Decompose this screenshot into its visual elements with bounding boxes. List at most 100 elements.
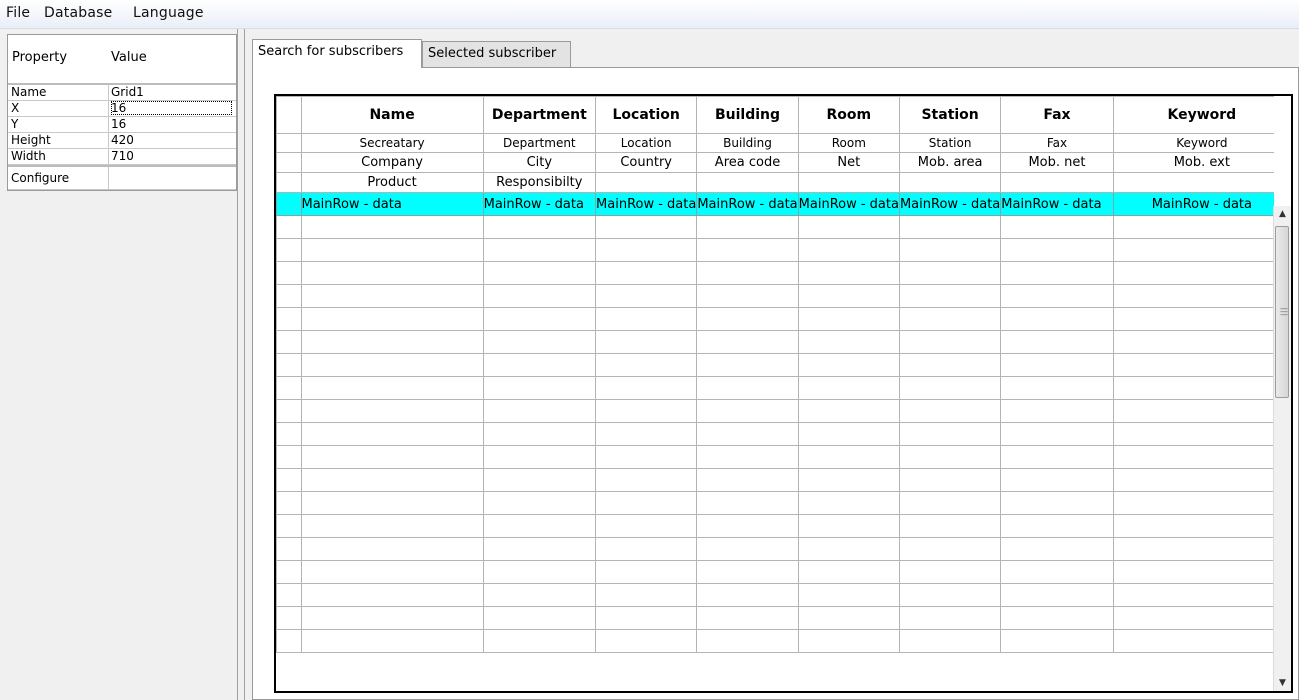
empty-cell[interactable] xyxy=(595,514,698,538)
data-cell[interactable]: MainRow - data xyxy=(300,192,484,216)
row-header-cell[interactable] xyxy=(276,261,302,285)
empty-cell[interactable] xyxy=(898,284,1002,308)
empty-cell[interactable] xyxy=(300,284,484,308)
empty-cell[interactable] xyxy=(595,491,698,515)
empty-cell[interactable] xyxy=(898,238,1002,262)
empty-cell[interactable] xyxy=(300,215,484,239)
empty-cell[interactable] xyxy=(1112,353,1291,377)
data-cell[interactable]: MainRow - data xyxy=(696,192,799,216)
column-header-room[interactable]: Room xyxy=(797,96,900,134)
empty-cell[interactable] xyxy=(300,261,484,285)
empty-cell[interactable] xyxy=(797,491,900,515)
empty-cell[interactable] xyxy=(595,445,698,469)
property-row-name[interactable]: Name Grid1 xyxy=(8,85,236,101)
empty-cell[interactable] xyxy=(595,560,698,584)
column-header-building[interactable]: Building xyxy=(696,96,799,134)
empty-cell[interactable] xyxy=(300,445,484,469)
empty-cell[interactable] xyxy=(1000,629,1114,653)
empty-cell[interactable] xyxy=(1112,468,1291,492)
empty-cell[interactable] xyxy=(797,261,900,285)
menu-database[interactable]: Database xyxy=(44,5,112,21)
empty-cell[interactable] xyxy=(595,215,698,239)
empty-cell[interactable] xyxy=(482,514,597,538)
empty-cell[interactable] xyxy=(696,399,799,423)
grid-empty-row[interactable] xyxy=(276,491,1291,515)
empty-cell[interactable] xyxy=(300,537,484,561)
property-value[interactable] xyxy=(111,171,232,185)
row-header-cell[interactable] xyxy=(276,629,302,653)
grid-empty-row[interactable] xyxy=(276,468,1291,492)
empty-cell[interactable] xyxy=(595,583,698,607)
tab-selected-subscriber[interactable]: Selected subscriber xyxy=(422,41,571,67)
column-header-fax[interactable]: Fax xyxy=(1000,96,1114,134)
row-header-cell[interactable] xyxy=(276,445,302,469)
grid-empty-row[interactable] xyxy=(276,422,1291,446)
empty-cell[interactable] xyxy=(898,261,1002,285)
scroll-up-arrow-icon[interactable]: ▲ xyxy=(1274,206,1291,222)
empty-cell[interactable] xyxy=(797,238,900,262)
empty-cell[interactable] xyxy=(300,307,484,331)
empty-cell[interactable] xyxy=(696,583,799,607)
grid-empty-row[interactable] xyxy=(276,583,1291,607)
empty-cell[interactable] xyxy=(797,445,900,469)
empty-cell[interactable] xyxy=(1000,445,1114,469)
empty-cell[interactable] xyxy=(300,468,484,492)
empty-cell[interactable] xyxy=(696,560,799,584)
property-value[interactable]: 420 xyxy=(111,133,232,147)
empty-cell[interactable] xyxy=(300,514,484,538)
empty-cell[interactable] xyxy=(696,537,799,561)
grid-empty-row[interactable] xyxy=(276,376,1291,400)
row-header-cell[interactable] xyxy=(276,215,302,239)
empty-cell[interactable] xyxy=(482,307,597,331)
property-value[interactable]: 16 xyxy=(111,117,232,131)
property-row-height[interactable]: Height 420 xyxy=(8,133,236,149)
empty-cell[interactable] xyxy=(1000,491,1114,515)
empty-cell[interactable] xyxy=(696,491,799,515)
grid-empty-row[interactable] xyxy=(276,330,1291,354)
empty-cell[interactable] xyxy=(797,468,900,492)
empty-cell[interactable] xyxy=(797,606,900,630)
empty-cell[interactable] xyxy=(898,399,1002,423)
empty-cell[interactable] xyxy=(595,422,698,446)
grid-empty-row[interactable] xyxy=(276,629,1291,653)
empty-cell[interactable] xyxy=(696,353,799,377)
empty-cell[interactable] xyxy=(1112,284,1291,308)
empty-cell[interactable] xyxy=(696,376,799,400)
empty-cell[interactable] xyxy=(1000,353,1114,377)
empty-cell[interactable] xyxy=(898,560,1002,584)
grid-empty-row[interactable] xyxy=(276,284,1291,308)
empty-cell[interactable] xyxy=(300,560,484,584)
grid-empty-row[interactable] xyxy=(276,399,1291,423)
column-header-department[interactable]: Department xyxy=(482,96,597,134)
empty-cell[interactable] xyxy=(300,629,484,653)
empty-cell[interactable] xyxy=(300,353,484,377)
property-row-configure[interactable]: Configure xyxy=(8,165,236,190)
grid-empty-row[interactable] xyxy=(276,514,1291,538)
data-cell[interactable]: MainRow - data xyxy=(797,192,900,216)
grid-empty-row[interactable] xyxy=(276,261,1291,285)
empty-cell[interactable] xyxy=(300,491,484,515)
empty-cell[interactable] xyxy=(595,629,698,653)
column-header-station[interactable]: Station xyxy=(898,96,1002,134)
empty-cell[interactable] xyxy=(482,537,597,561)
data-cell[interactable]: MainRow - data xyxy=(482,192,597,216)
empty-cell[interactable] xyxy=(1000,307,1114,331)
grid-empty-row[interactable] xyxy=(276,560,1291,584)
grid-empty-row[interactable] xyxy=(276,445,1291,469)
empty-cell[interactable] xyxy=(797,583,900,607)
empty-cell[interactable] xyxy=(1112,583,1291,607)
empty-cell[interactable] xyxy=(797,399,900,423)
row-header-cell[interactable] xyxy=(276,353,302,377)
empty-cell[interactable] xyxy=(1000,330,1114,354)
empty-cell[interactable] xyxy=(898,215,1002,239)
row-header-cell[interactable] xyxy=(276,422,302,446)
empty-cell[interactable] xyxy=(1000,399,1114,423)
empty-cell[interactable] xyxy=(482,629,597,653)
row-header-cell[interactable] xyxy=(276,284,302,308)
empty-cell[interactable] xyxy=(898,330,1002,354)
grid-empty-row[interactable] xyxy=(276,606,1291,630)
empty-cell[interactable] xyxy=(300,238,484,262)
vertical-scrollbar[interactable]: ▲ — — — ▼ xyxy=(1273,206,1291,691)
panel-splitter[interactable] xyxy=(237,29,245,700)
empty-cell[interactable] xyxy=(797,376,900,400)
